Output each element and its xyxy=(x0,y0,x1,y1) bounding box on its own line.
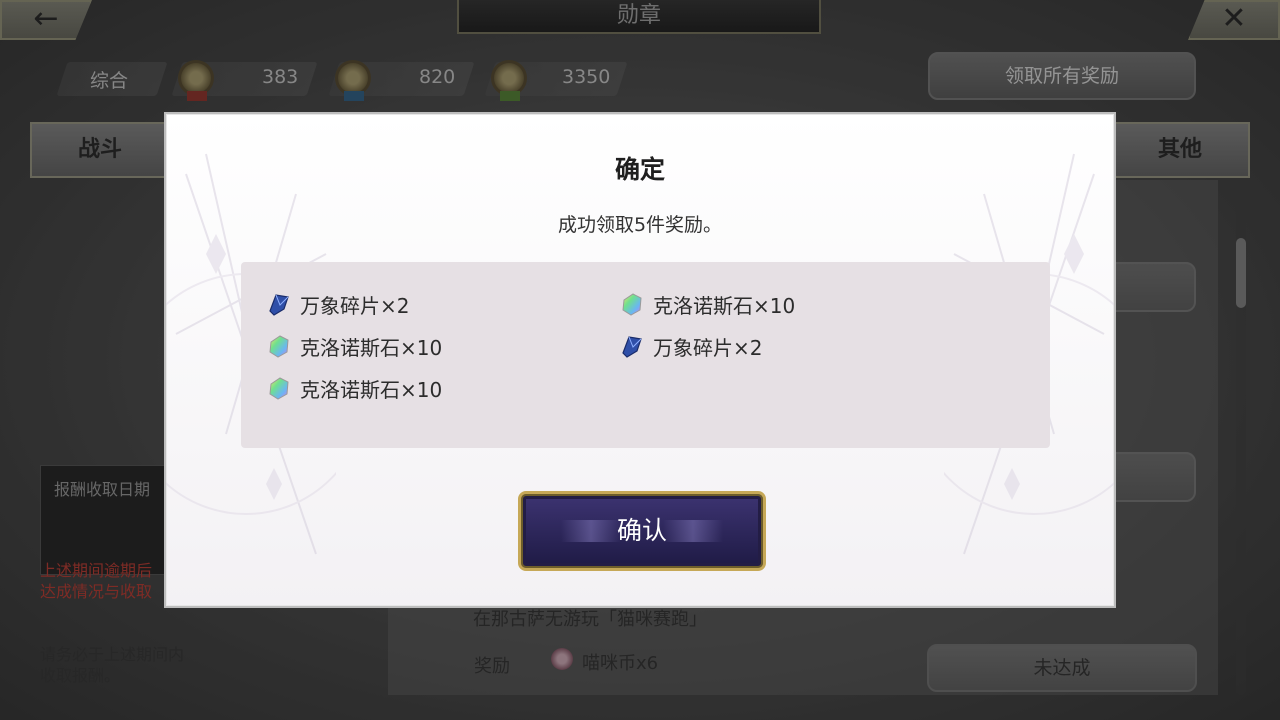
reward-item: 克洛诺斯石×10 xyxy=(266,372,442,404)
rainbow-crystal-icon xyxy=(269,377,289,400)
reward-item: 克洛诺斯石×10 xyxy=(266,330,442,362)
reward-item-label: 克洛诺斯石×10 xyxy=(300,377,443,402)
reward-item: 万象碎片×2 xyxy=(619,330,762,362)
dialog-title: 确定 xyxy=(614,155,665,184)
button-ornament-icon xyxy=(663,520,723,542)
reward-item-label: 克洛诺斯石×10 xyxy=(300,335,443,360)
blue-shard-icon xyxy=(269,294,289,316)
confirm-button[interactable]: 确认 xyxy=(518,491,766,571)
blue-shard-icon xyxy=(622,336,642,358)
dialog-message: 成功领取5件奖励。 xyxy=(557,214,723,236)
reward-list: 万象碎片×2 克洛诺斯石×10 克洛诺斯石×10 克洛诺斯石×10 万象碎片×2 xyxy=(241,262,1050,448)
confirm-button-label: 确认 xyxy=(616,516,667,545)
reward-item: 万象碎片×2 xyxy=(266,288,409,320)
rainbow-crystal-icon xyxy=(269,335,289,358)
reward-item-label: 万象碎片×2 xyxy=(300,293,410,318)
button-ornament-icon xyxy=(561,520,621,542)
reward-item: 克洛诺斯石×10 xyxy=(619,288,795,320)
reward-item-label: 万象碎片×2 xyxy=(653,335,763,360)
confirm-dialog: 确定 成功领取5件奖励。 万象碎片×2 克洛诺斯石×10 克洛诺斯石×10 克洛… xyxy=(164,112,1116,608)
rainbow-crystal-icon xyxy=(622,293,642,316)
reward-item-label: 克洛诺斯石×10 xyxy=(653,293,796,318)
